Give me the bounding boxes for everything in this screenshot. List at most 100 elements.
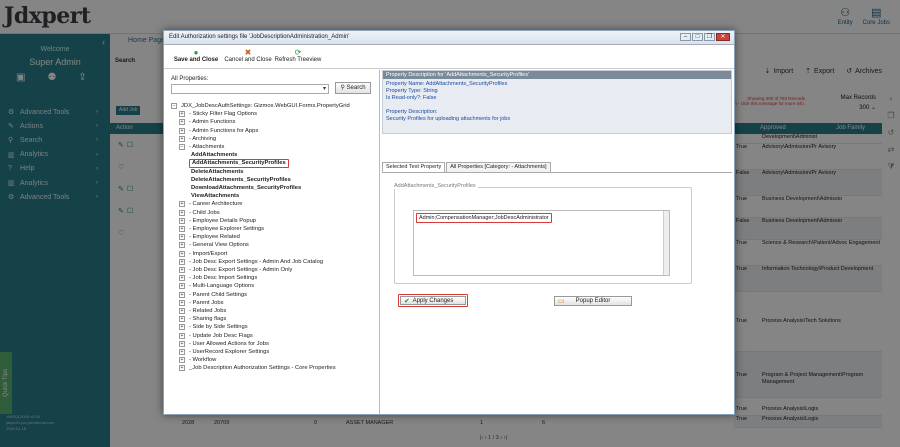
tree-leaf[interactable]: AddAttachments xyxy=(191,151,237,159)
expand-icon[interactable]: + xyxy=(179,275,185,282)
tree-node[interactable]: + - Child Jobs xyxy=(179,209,220,217)
tree-node-label: - General View Options xyxy=(189,242,249,249)
tree-node[interactable]: + - Sticky Filter Flag Options xyxy=(179,110,257,118)
expand-icon[interactable]: + xyxy=(179,226,185,233)
dialog-toolbar: ● Save and Close ✖ Cancel and Close ⟳ Re… xyxy=(164,46,734,69)
expand-icon[interactable]: + xyxy=(179,258,185,265)
property-value-textarea[interactable]: Admin;CompensationManager;JobDescAdminis… xyxy=(413,210,670,276)
save-and-close-button[interactable]: ● Save and Close xyxy=(172,48,220,63)
tree-node[interactable]: + _Job Description Authorization Settings… xyxy=(179,364,336,372)
tree-node[interactable]: + - User Allowed Actions for Jobs xyxy=(179,340,269,348)
expand-icon[interactable]: + xyxy=(179,135,185,142)
tree-node-label: ViewAttachments xyxy=(191,193,240,200)
apply-changes-inner: ✔ Apply Changes xyxy=(400,296,466,305)
collapse-icon[interactable]: − xyxy=(171,103,177,110)
tree-node[interactable]: + - Side by Side Settings xyxy=(179,323,248,331)
collapse-icon[interactable]: − xyxy=(179,144,185,151)
expand-icon[interactable]: + xyxy=(179,283,185,290)
all-properties-combo[interactable]: ▾ xyxy=(171,84,329,94)
minimize-icon[interactable]: – xyxy=(680,33,691,41)
tree-node[interactable]: + - Employee Explorer Settings xyxy=(179,225,264,233)
tree-leaf[interactable]: DeleteAttachments_SecurityProfiles xyxy=(191,176,291,184)
expand-icon[interactable]: + xyxy=(179,209,185,216)
tree-node-label: DeleteAttachments xyxy=(191,168,244,175)
tree-node[interactable]: + - Job Desc Import Settings xyxy=(179,274,257,282)
expand-icon[interactable]: + xyxy=(179,127,185,134)
tree-node-label: _Job Description Authorization Settings … xyxy=(189,365,336,372)
tree-node[interactable]: + - Job Desc Export Settings - Admin Only xyxy=(179,266,292,274)
expand-icon[interactable]: + xyxy=(179,332,185,339)
close-icon[interactable]: ✕ xyxy=(716,33,730,41)
popup-editor-label: Popup Editor xyxy=(575,298,611,304)
maximize-icon[interactable]: □ xyxy=(692,33,703,41)
description-line: Security Profiles for uploading attachme… xyxy=(386,116,511,122)
tree-node[interactable]: + - Employee Details Popup xyxy=(179,217,256,225)
tree-node[interactable]: + - Employee Related xyxy=(179,233,240,241)
tree-leaf[interactable]: DeleteAttachments xyxy=(191,168,244,176)
tree-node[interactable]: + - Archiving xyxy=(179,135,216,143)
tree-node-attachments[interactable]: − - Attachments xyxy=(179,143,224,151)
tab-all-properties[interactable]: All Properties [Category: - Attachments] xyxy=(446,162,551,172)
apply-changes-button[interactable]: ✔ Apply Changes xyxy=(398,294,468,307)
expand-icon[interactable]: + xyxy=(179,291,185,298)
dialog-title-bar: Edit Authorization settings file 'JobDes… xyxy=(164,31,734,45)
tree-node[interactable]: + - General View Options xyxy=(179,241,249,249)
expand-icon[interactable]: + xyxy=(179,316,185,323)
tree-leaf[interactable]: ViewAttachments xyxy=(191,192,239,200)
tab-selected-text-property[interactable]: Selected Text Property xyxy=(382,162,446,172)
property-value-text: Admin;CompensationManager;JobDescAdminis… xyxy=(416,213,552,223)
tree-node-label: - Admin Functions for Apps xyxy=(189,127,259,134)
expand-icon[interactable]: + xyxy=(179,365,185,372)
tree-leaf[interactable]: DownloadAttachments_SecurityProfiles xyxy=(191,184,301,192)
expand-icon[interactable]: + xyxy=(179,349,185,356)
cancel-and-close-button[interactable]: ✖ Cancel and Close xyxy=(224,48,272,63)
expand-icon[interactable]: + xyxy=(179,299,185,306)
tree-node-label: - Employee Details Popup xyxy=(189,217,257,224)
expand-icon[interactable]: + xyxy=(179,242,185,249)
expand-icon[interactable]: + xyxy=(179,357,185,364)
tree-node-label: - Job Desc Export Settings - Admin Only xyxy=(189,267,293,273)
save-and-close-label: Save and Close xyxy=(173,57,219,63)
apply-changes-label: Apply Changes xyxy=(412,298,454,304)
tree-node-label: - Update Job Desc Flags xyxy=(189,332,253,339)
tree-node[interactable]: + - Import/Export xyxy=(179,250,227,258)
restore-icon[interactable]: ❐ xyxy=(704,33,715,41)
tree-node[interactable]: + - Parent Child Settings xyxy=(179,291,247,299)
dialog-title: Edit Authorization settings file 'JobDes… xyxy=(169,34,350,40)
expand-icon[interactable]: + xyxy=(179,308,185,315)
tree-leaf-selected[interactable]: AddAttachments_SecurityProfiles xyxy=(189,159,289,168)
expand-icon[interactable]: + xyxy=(179,250,185,257)
expand-icon[interactable]: + xyxy=(179,234,185,241)
cancel-icon: ✖ xyxy=(244,48,252,57)
tree-node[interactable]: + - Job Desc Export Settings - Admin And … xyxy=(179,258,323,266)
tree-node-label: - Sticky Filter Flag Options xyxy=(189,111,257,118)
expand-icon[interactable]: + xyxy=(179,119,185,126)
description-line: Property Name: AddAttachments_SecurityPr… xyxy=(386,81,508,87)
expand-icon[interactable]: + xyxy=(179,340,185,347)
tree-node[interactable]: + - UserRecord Explorer Settings xyxy=(179,348,269,356)
tree-node[interactable]: + - Multi-Language Options xyxy=(179,282,254,290)
expand-icon[interactable]: + xyxy=(179,201,185,208)
tree-node-label: - Multi-Language Options xyxy=(189,283,255,290)
expand-icon[interactable]: + xyxy=(179,267,185,274)
search-button-label: Search xyxy=(346,85,366,91)
tree-node-label: DeleteAttachments_SecurityProfiles xyxy=(191,176,291,183)
tree-node[interactable]: + - Admin Functions xyxy=(179,118,235,126)
expand-icon[interactable]: + xyxy=(179,324,185,331)
refresh-treeview-button[interactable]: ⟳ Refresh Treeview xyxy=(274,48,322,63)
popup-editor-button[interactable]: ▭ Popup Editor xyxy=(554,296,632,306)
tree-node[interactable]: + - Workflow xyxy=(179,356,216,364)
tree-root[interactable]: − JDX_JobDescAuthSettings: Gizmox.WebGUI.… xyxy=(171,102,350,110)
tree-node[interactable]: + - Parent Jobs xyxy=(179,299,223,307)
search-button[interactable]: ⚲ Search xyxy=(335,82,371,94)
popup-window-icon: ▭ xyxy=(558,298,565,305)
tree-node[interactable]: + - Update Job Desc Flags xyxy=(179,332,253,340)
textarea-scrollbar[interactable] xyxy=(663,211,669,275)
tree-node[interactable]: + - Related Jobs xyxy=(179,307,226,315)
tree-node-label: JDX_JobDescAuthSettings: Gizmox.WebGUI.F… xyxy=(181,103,350,109)
expand-icon[interactable]: + xyxy=(179,111,185,118)
expand-icon[interactable]: + xyxy=(179,217,185,224)
tree-node[interactable]: + - Sharing flags xyxy=(179,315,226,323)
tree-node[interactable]: + - Admin Functions for Apps xyxy=(179,127,258,135)
tree-node[interactable]: + - Career Architecture xyxy=(179,200,242,208)
